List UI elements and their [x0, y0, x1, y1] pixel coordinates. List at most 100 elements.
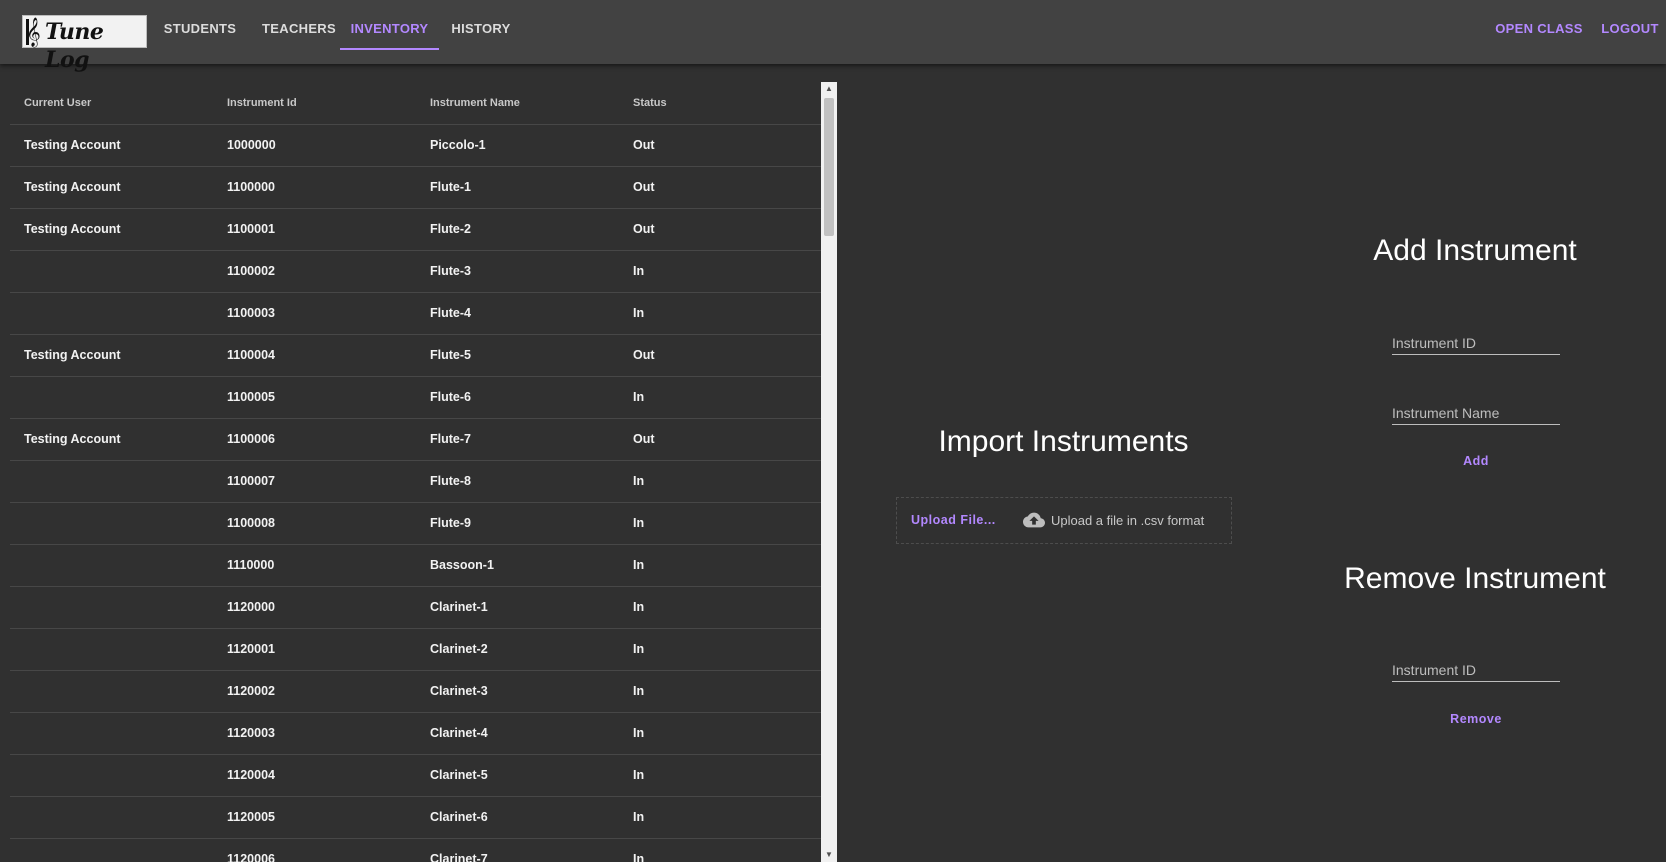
- status-cell: In: [619, 712, 822, 755]
- inventory-table-panel: Current User Instrument Id Instrument Na…: [10, 82, 837, 862]
- header-current-user[interactable]: Current User: [10, 82, 213, 125]
- current-user-cell: [10, 712, 213, 755]
- open-class-button[interactable]: Open Class: [1493, 0, 1585, 60]
- instrument-id-cell: 1100007: [213, 460, 416, 503]
- table-row[interactable]: 1100007 Flute-8 In: [10, 460, 822, 503]
- remove-instrument-id-input[interactable]: [1392, 648, 1560, 681]
- scroll-down-icon[interactable]: ▼: [821, 848, 837, 862]
- table-row[interactable]: 1120001 Clarinet-2 In: [10, 628, 822, 671]
- remove-instrument-id-field[interactable]: [1392, 648, 1560, 682]
- current-user-cell: [10, 250, 213, 293]
- remove-button[interactable]: Remove: [1420, 704, 1532, 734]
- current-user-cell: [10, 838, 213, 862]
- table-row[interactable]: 1100003 Flute-4 In: [10, 292, 822, 335]
- add-instrument-id-field[interactable]: [1392, 321, 1560, 355]
- current-user-cell: [10, 502, 213, 545]
- current-user-cell: [10, 628, 213, 671]
- tune-log-logo[interactable]: 𝄞 Tune Log: [22, 15, 147, 73]
- add-button[interactable]: Add: [1420, 446, 1532, 476]
- logo-text: Tune Log: [45, 19, 104, 73]
- header-instrument-id[interactable]: Instrument Id: [213, 82, 416, 125]
- instrument-name-cell: Flute-9: [416, 502, 619, 545]
- table-row[interactable]: 1100008 Flute-9 In: [10, 502, 822, 545]
- table-row[interactable]: 1120000 Clarinet-1 In: [10, 586, 822, 629]
- status-cell: Out: [619, 124, 822, 167]
- status-cell: In: [619, 586, 822, 629]
- inventory-table: Current User Instrument Id Instrument Na…: [10, 82, 822, 862]
- logout-button[interactable]: Logout: [1600, 0, 1660, 60]
- table-scrollbar[interactable]: ▲ ▼: [821, 82, 837, 862]
- instrument-id-cell: 1120001: [213, 628, 416, 671]
- active-tab-indicator: [340, 48, 439, 50]
- instrument-name-cell: Clarinet-7: [416, 838, 619, 862]
- status-cell: Out: [619, 166, 822, 209]
- current-user-cell: [10, 292, 213, 335]
- status-cell: Out: [619, 418, 822, 461]
- table-row[interactable]: 1120006 Clarinet-7 In: [10, 838, 822, 862]
- instrument-name-cell: Flute-1: [416, 166, 619, 209]
- table-row[interactable]: 1120003 Clarinet-4 In: [10, 712, 822, 755]
- scrollbar-thumb[interactable]: [824, 98, 834, 236]
- table-row[interactable]: Testing Account 1100004 Flute-5 Out: [10, 334, 822, 377]
- instrument-name-cell: Flute-3: [416, 250, 619, 293]
- current-user-cell: [10, 670, 213, 713]
- instrument-id-cell: 1110000: [213, 544, 416, 587]
- instrument-id-cell: 1000000: [213, 124, 416, 167]
- instrument-name-cell: Clarinet-4: [416, 712, 619, 755]
- add-instrument-name-input[interactable]: [1392, 391, 1560, 424]
- add-instrument-id-input[interactable]: [1392, 321, 1560, 354]
- table-row[interactable]: 1120004 Clarinet-5 In: [10, 754, 822, 797]
- nav-tab-teachers[interactable]: Teachers: [254, 0, 344, 60]
- nav-tab-inventory[interactable]: Inventory: [340, 0, 439, 60]
- instrument-id-cell: 1100008: [213, 502, 416, 545]
- table-row[interactable]: Testing Account 1100001 Flute-2 Out: [10, 208, 822, 251]
- add-instrument-name-field[interactable]: [1392, 391, 1560, 425]
- instrument-name-cell: Clarinet-6: [416, 796, 619, 839]
- instrument-name-cell: Bassoon-1: [416, 544, 619, 587]
- table-row[interactable]: Testing Account 1100000 Flute-1 Out: [10, 166, 822, 209]
- status-cell: In: [619, 250, 822, 293]
- current-user-cell: Testing Account: [10, 418, 213, 461]
- status-cell: In: [619, 838, 822, 862]
- status-cell: Out: [619, 334, 822, 377]
- table-row[interactable]: Testing Account 1100006 Flute-7 Out: [10, 418, 822, 461]
- cloud-upload-icon: [1023, 512, 1045, 528]
- table-row[interactable]: 1100002 Flute-3 In: [10, 250, 822, 293]
- status-cell: In: [619, 544, 822, 587]
- upload-file-button[interactable]: Upload File...: [911, 498, 996, 543]
- instrument-id-cell: 1100001: [213, 208, 416, 251]
- upload-dropzone[interactable]: Upload File... Upload a file in .csv for…: [896, 497, 1232, 544]
- table-row[interactable]: 1120002 Clarinet-3 In: [10, 670, 822, 713]
- add-instrument-title: Add Instrument: [1373, 234, 1577, 267]
- status-cell: In: [619, 796, 822, 839]
- instrument-id-cell: 1100005: [213, 376, 416, 419]
- table-row[interactable]: 1110000 Bassoon-1 In: [10, 544, 822, 587]
- scroll-up-icon[interactable]: ▲: [821, 82, 837, 96]
- status-cell: In: [619, 460, 822, 503]
- nav-tab-history[interactable]: History: [446, 0, 516, 60]
- current-user-cell: [10, 376, 213, 419]
- instrument-name-cell: Flute-4: [416, 292, 619, 335]
- remove-instrument-title: Remove Instrument: [1344, 562, 1606, 595]
- instrument-id-cell: 1120006: [213, 838, 416, 862]
- status-cell: In: [619, 502, 822, 545]
- instrument-id-cell: 1120005: [213, 796, 416, 839]
- instrument-name-cell: Clarinet-3: [416, 670, 619, 713]
- current-user-cell: [10, 586, 213, 629]
- instrument-id-cell: 1100003: [213, 292, 416, 335]
- instrument-name-cell: Clarinet-1: [416, 586, 619, 629]
- instrument-name-cell: Piccolo-1: [416, 124, 619, 167]
- app-bar: 𝄞 Tune Log Students Teachers Inventory H…: [0, 0, 1666, 73]
- header-instrument-name[interactable]: Instrument Name: [416, 82, 619, 125]
- status-cell: Out: [619, 208, 822, 251]
- table-row[interactable]: Testing Account 1000000 Piccolo-1 Out: [10, 124, 822, 167]
- table-row[interactable]: 1120005 Clarinet-6 In: [10, 796, 822, 839]
- current-user-cell: Testing Account: [10, 334, 213, 377]
- instrument-name-cell: Flute-2: [416, 208, 619, 251]
- nav-tab-students[interactable]: Students: [157, 0, 243, 60]
- status-cell: In: [619, 628, 822, 671]
- instrument-name-cell: Flute-5: [416, 334, 619, 377]
- status-cell: In: [619, 292, 822, 335]
- table-row[interactable]: 1100005 Flute-6 In: [10, 376, 822, 419]
- header-status[interactable]: Status: [619, 82, 822, 125]
